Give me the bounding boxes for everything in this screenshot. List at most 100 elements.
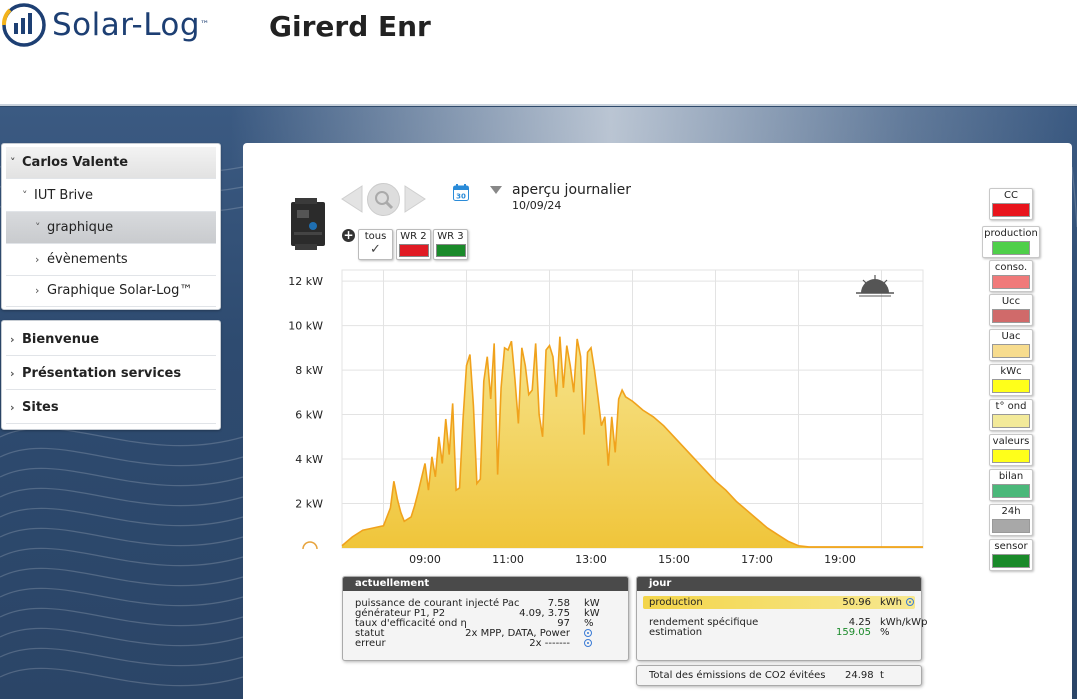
inverter-label: tous — [364, 231, 387, 242]
site-header: Solar-Log ™ Girerd Enr — [0, 0, 1077, 106]
inverter-all-button[interactable]: tous ✓ — [358, 229, 393, 260]
magnifier-icon — [375, 191, 394, 210]
y-tick-label: 12 kW — [288, 275, 323, 288]
series-toggle-ucc[interactable]: Ucc — [989, 294, 1033, 326]
row-value: 50.96 — [842, 597, 871, 608]
logo-trademark: ™ — [200, 20, 210, 30]
tree-item-carlos-valente[interactable]: ˅ Carlos Valente — [6, 147, 216, 179]
day-values-title: jour — [637, 577, 921, 591]
series-toggle-t-ond[interactable]: t° ond — [989, 399, 1033, 431]
series-toggle-production[interactable]: production — [982, 226, 1040, 258]
tree-item-label: Carlos Valente — [22, 155, 129, 170]
add-inverter-icon[interactable]: + — [342, 229, 355, 242]
row-label: erreur — [355, 638, 386, 649]
x-tick-label: 15:00 — [658, 553, 690, 566]
tree-item-iut-brive[interactable]: ˅ IUT Brive — [6, 180, 216, 212]
series-toggle-sensor[interactable]: sensor — [989, 539, 1033, 571]
previous-day-button[interactable] — [340, 184, 364, 214]
production-info-icon[interactable] — [906, 597, 914, 608]
series-toggle-valeurs[interactable]: valeurs — [989, 434, 1033, 466]
series-toggle-conso-[interactable]: conso. — [989, 260, 1033, 292]
series-toggle-label: 24h — [1001, 506, 1021, 517]
current-row-error: erreur 2x ------- — [355, 638, 620, 649]
series-color-swatch — [992, 379, 1030, 393]
series-color-swatch — [992, 484, 1030, 498]
series-color-swatch — [992, 449, 1030, 463]
day-row-production: production 50.96 kWh — [649, 597, 914, 608]
series-toggle-label: sensor — [994, 541, 1028, 552]
series-toggle-label: kWc — [1000, 366, 1022, 377]
next-day-button[interactable] — [403, 184, 427, 214]
checkmark-icon: ✓ — [370, 242, 381, 257]
logo-icon — [2, 3, 46, 47]
x-tick-label: 11:00 — [492, 553, 524, 566]
row-value: 2x ------- — [529, 638, 570, 649]
current-values-box: actuellement puissance de courant inject… — [342, 576, 629, 661]
series-toggle-cc[interactable]: CC — [989, 188, 1033, 220]
chevron-right-icon: › — [10, 367, 15, 380]
inverter-wr2-button[interactable]: WR 2 — [396, 229, 431, 260]
y-tick-label: 10 kW — [288, 320, 323, 333]
view-dropdown-icon[interactable] — [490, 186, 502, 194]
menu-item-label: Sites — [22, 400, 59, 415]
series-toggle-label: bilan — [998, 471, 1024, 482]
daily-production-chart[interactable]: 2 kW 4 kW 6 kW 8 kW 10 kW 12 kW 09:00 11:00 13:… — [280, 265, 930, 575]
series-toggle-label: Ucc — [1001, 296, 1021, 307]
series-toggle-uac[interactable]: Uac — [989, 329, 1033, 361]
series-toggle-kwc[interactable]: kWc — [989, 364, 1033, 396]
logo-text: Solar-Log — [52, 7, 201, 43]
series-color-swatch — [992, 203, 1030, 217]
view-title[interactable]: aperçu journalier — [512, 182, 631, 198]
menu-item-bienvenue[interactable]: › Bienvenue — [6, 324, 216, 356]
tree-item-label: IUT Brive — [34, 188, 93, 203]
y-tick-label: 8 kW — [295, 364, 323, 377]
series-toggle-label: Uac — [1001, 331, 1021, 342]
menu-item-presentation-services[interactable]: › Présentation services — [6, 358, 216, 390]
series-toggle-label: production — [984, 228, 1038, 239]
co2-box: Total des émissions de CO2 évitées 24.98… — [636, 665, 922, 686]
tree-item-label: évènements — [47, 252, 128, 267]
inverter-color-swatch — [435, 244, 466, 257]
menu-item-label: Bienvenue — [22, 332, 100, 347]
series-toggle-label: conso. — [994, 262, 1028, 273]
chevron-right-icon: › — [35, 284, 40, 297]
x-tick-label: 19:00 — [824, 553, 856, 566]
x-axis-ticks: 09:00 11:00 13:00 15:00 17:00 19:00 — [409, 553, 856, 566]
tree-item-label: graphique — [47, 220, 114, 235]
series-color-swatch — [992, 344, 1030, 358]
inverter-wr3-button[interactable]: WR 3 — [433, 229, 468, 260]
inverter-label: WR 3 — [437, 231, 464, 242]
inverter-device-icon — [291, 198, 325, 250]
main-menu-panel: › Bienvenue › Présentation services › Si… — [1, 320, 221, 430]
chevron-right-icon: › — [10, 401, 15, 414]
tree-item-evenements[interactable]: › évènements — [6, 244, 216, 276]
site-tree-panel: ˅ Carlos Valente ˅ IUT Brive ˅ graphique… — [1, 143, 221, 310]
co2-value: 24.98 — [845, 670, 874, 681]
y-tick-label: 4 kW — [295, 453, 323, 466]
co2-label: Total des émissions de CO2 évitées — [649, 670, 826, 681]
day-values-box: jour production 50.96 kWh rendement spéc… — [636, 576, 927, 661]
series-toggle-24h[interactable]: 24h — [989, 504, 1033, 536]
tree-item-graphique[interactable]: ˅ graphique — [6, 212, 216, 244]
y-tick-label: 2 kW — [295, 498, 323, 511]
y-tick-label: 6 kW — [295, 409, 323, 422]
calendar-icon[interactable]: 30 — [453, 184, 469, 201]
error-info-icon[interactable] — [584, 638, 592, 649]
calendar-day: 30 — [456, 193, 466, 201]
site-title: Girerd Enr — [269, 10, 431, 43]
tree-item-graphique-solar-log[interactable]: › Graphique Solar-Log™ — [6, 275, 216, 307]
zoom-button[interactable] — [367, 183, 400, 216]
inverter-color-swatch — [398, 244, 429, 257]
series-color-swatch — [992, 241, 1030, 255]
chevron-down-icon: ˅ — [22, 189, 28, 202]
menu-item-sites[interactable]: › Sites — [6, 392, 216, 424]
series-color-swatch — [992, 309, 1030, 323]
series-toggle-bilan[interactable]: bilan — [989, 469, 1033, 501]
series-color-swatch — [992, 414, 1030, 428]
row-value: 159.05 — [836, 627, 871, 638]
series-color-swatch — [992, 554, 1030, 568]
row-label: estimation — [649, 627, 703, 638]
solar-log-logo[interactable]: Solar-Log ™ — [0, 2, 209, 48]
co2-row: Total des émissions de CO2 évitées 24.98… — [649, 670, 913, 681]
current-values-title: actuellement — [343, 577, 628, 591]
